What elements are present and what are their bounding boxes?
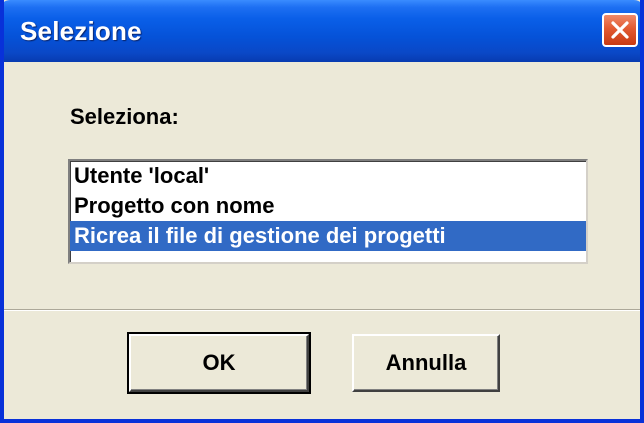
close-button[interactable] [602, 13, 638, 47]
cancel-button[interactable]: Annulla [352, 334, 500, 392]
close-icon [611, 21, 629, 39]
list-item[interactable]: Utente 'local' [70, 161, 586, 191]
ok-button[interactable]: OK [127, 332, 311, 394]
list-item-selected[interactable]: Ricrea il file di gestione dei progetti [70, 221, 586, 251]
prompt-label: Seleziona: [70, 104, 179, 129]
title-bar[interactable]: Selezione [4, 0, 640, 62]
window-title: Selezione [20, 16, 142, 46]
divider [4, 309, 640, 311]
selection-listbox[interactable]: Utente 'local' Progetto con nome Ricrea … [68, 159, 588, 264]
dialog-body: Seleziona: Utente 'local' Progetto con n… [4, 62, 640, 419]
list-item[interactable]: Progetto con nome [70, 191, 586, 221]
dialog-window: Selezione Seleziona: Utente 'local' Prog… [0, 0, 644, 423]
